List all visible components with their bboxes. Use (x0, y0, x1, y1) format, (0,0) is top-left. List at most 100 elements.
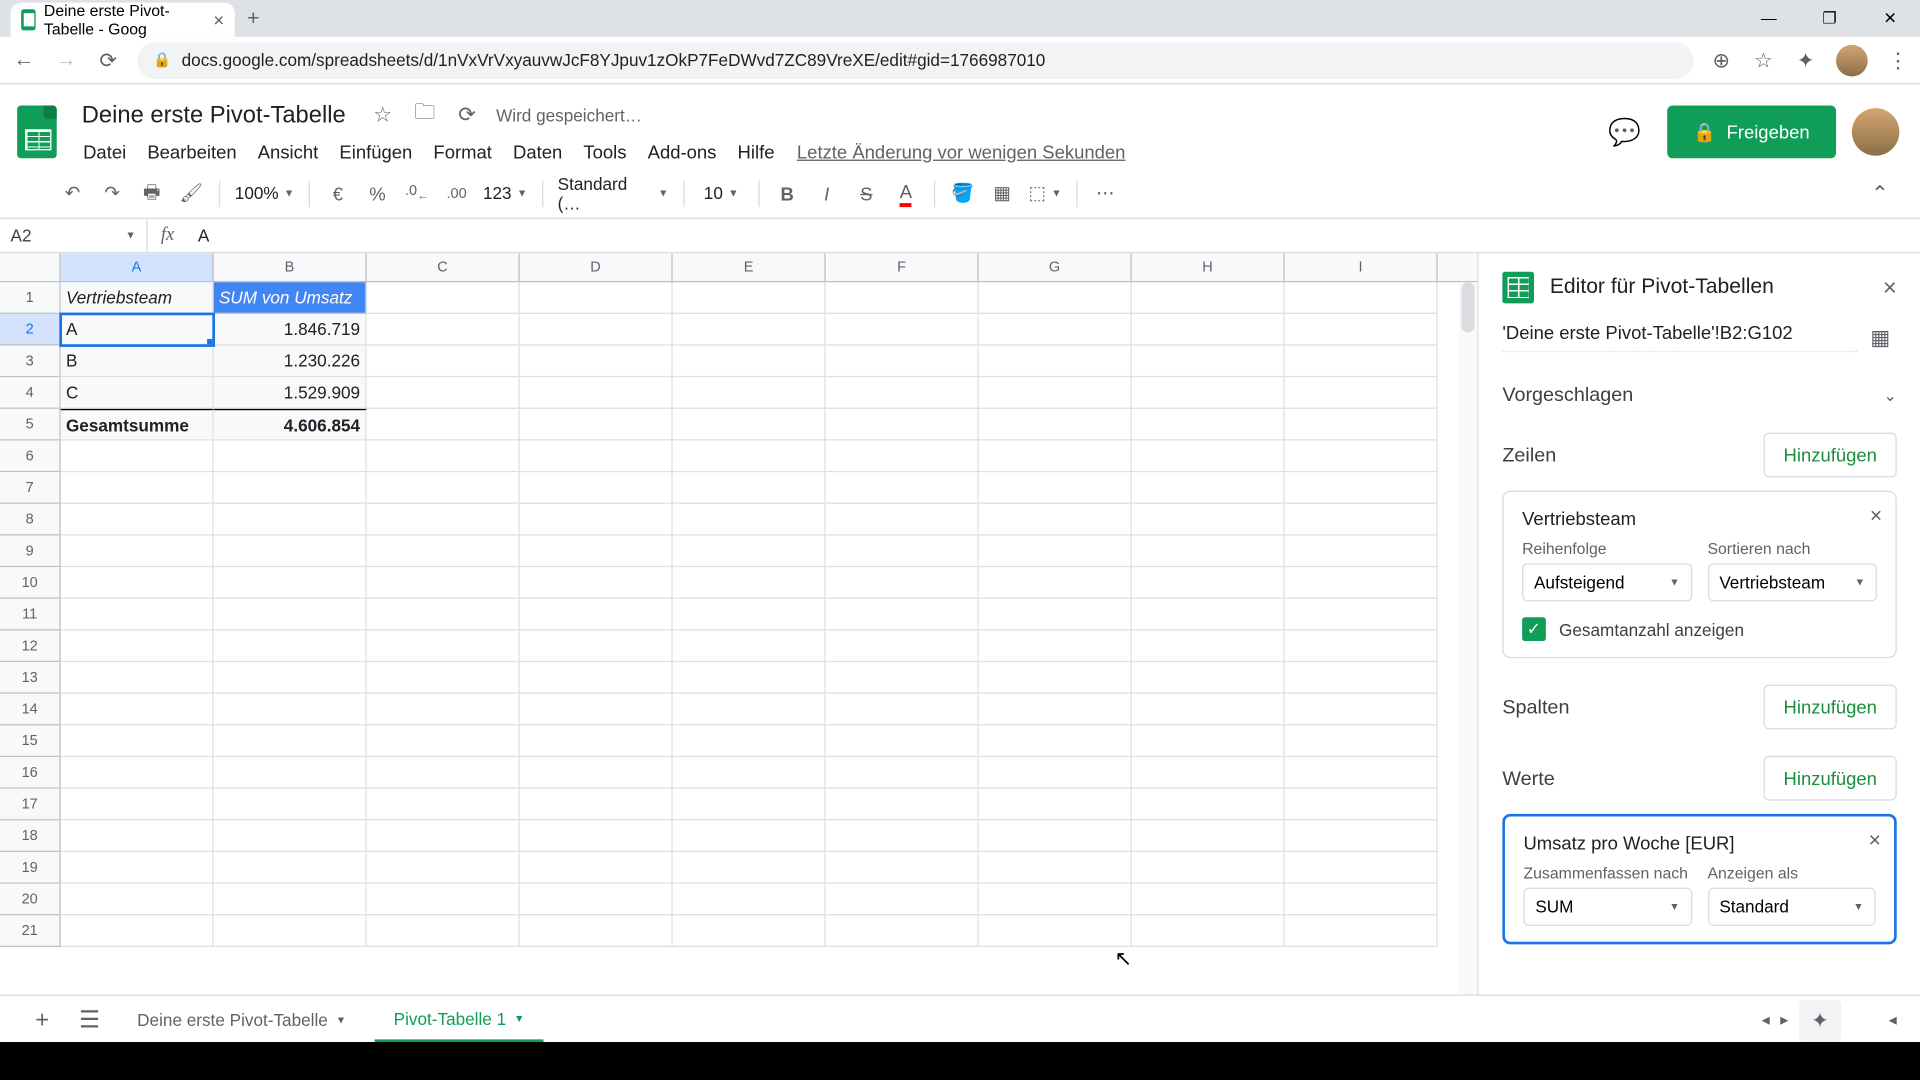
cell[interactable] (214, 820, 367, 852)
cell[interactable] (520, 630, 673, 662)
cell[interactable] (520, 852, 673, 884)
add-values-button[interactable]: Hinzufügen (1764, 756, 1897, 801)
cell[interactable] (979, 472, 1132, 504)
collapse-toolbar-icon[interactable]: ⌃ (1871, 180, 1889, 206)
cell[interactable] (826, 409, 979, 441)
row-header[interactable]: 12 (0, 630, 61, 662)
cell[interactable] (673, 662, 826, 694)
cell[interactable] (979, 409, 1132, 441)
cell[interactable] (367, 536, 520, 568)
row-header[interactable]: 20 (0, 884, 61, 916)
cell[interactable] (214, 884, 367, 916)
select-range-icon[interactable]: ▦ (1870, 324, 1896, 350)
add-rows-button[interactable]: Hinzufügen (1764, 433, 1897, 478)
document-title[interactable]: Deine erste Pivot-Tabelle (74, 98, 354, 131)
cell[interactable]: Gesamtsumme (61, 409, 214, 441)
cell[interactable] (367, 884, 520, 916)
cell[interactable] (1132, 567, 1285, 599)
cell[interactable] (214, 662, 367, 694)
cell[interactable] (673, 630, 826, 662)
cell[interactable] (673, 915, 826, 947)
cell[interactable] (367, 915, 520, 947)
cell[interactable] (520, 884, 673, 916)
cell[interactable] (61, 694, 214, 726)
cell[interactable] (520, 694, 673, 726)
comments-icon[interactable]: 💬 (1598, 106, 1651, 159)
cell[interactable] (979, 630, 1132, 662)
row-header[interactable]: 9 (0, 536, 61, 568)
cell[interactable] (1285, 346, 1438, 378)
star-icon[interactable]: ☆ (369, 102, 395, 128)
account-avatar-icon[interactable] (1852, 108, 1899, 155)
cell[interactable] (673, 852, 826, 884)
cell[interactable] (979, 789, 1132, 821)
last-edit-link[interactable]: Letzte Änderung vor wenigen Sekunden (786, 135, 1136, 167)
cell[interactable]: 1.230.226 (214, 346, 367, 378)
new-tab-button[interactable]: + (235, 3, 272, 37)
explore-icon[interactable]: ✦ (1799, 999, 1841, 1041)
cell[interactable] (979, 662, 1132, 694)
cell[interactable] (367, 599, 520, 631)
menu-ansicht[interactable]: Ansicht (249, 135, 328, 167)
cell[interactable] (1132, 314, 1285, 346)
undo-icon[interactable]: ↶ (55, 176, 89, 210)
cell[interactable] (61, 536, 214, 568)
close-panel-icon[interactable]: × (1883, 274, 1897, 302)
cell[interactable] (1132, 757, 1285, 789)
cell[interactable] (367, 694, 520, 726)
expand-suggested-icon[interactable]: ⌄ (1883, 386, 1896, 404)
cell[interactable] (673, 314, 826, 346)
cell[interactable] (979, 536, 1132, 568)
cell[interactable] (1132, 884, 1285, 916)
show-totals-checkbox[interactable]: ✓ (1522, 617, 1546, 641)
cell[interactable] (61, 852, 214, 884)
row-header[interactable]: 13 (0, 662, 61, 694)
cell[interactable] (1132, 630, 1285, 662)
formula-input[interactable]: A (187, 226, 1920, 246)
cell[interactable]: 4.606.854 (214, 409, 367, 441)
cell[interactable] (826, 314, 979, 346)
cell[interactable] (673, 820, 826, 852)
maximize-window-icon[interactable]: ❐ (1799, 0, 1860, 37)
cell[interactable] (61, 441, 214, 473)
cell[interactable] (673, 377, 826, 409)
strikethrough-button[interactable]: S (849, 176, 883, 210)
cell[interactable] (61, 504, 214, 536)
cell[interactable] (367, 567, 520, 599)
cell[interactable] (1285, 757, 1438, 789)
cell[interactable] (1285, 630, 1438, 662)
cell[interactable]: 1.529.909 (214, 377, 367, 409)
sheet-tab-2[interactable]: Pivot-Tabelle 1▼ (375, 998, 543, 1042)
cell[interactable] (826, 884, 979, 916)
col-header-g[interactable]: G (979, 253, 1132, 281)
cell[interactable] (1285, 884, 1438, 916)
cell[interactable] (826, 377, 979, 409)
cell[interactable] (367, 725, 520, 757)
col-header-a[interactable]: A (61, 253, 214, 281)
sheet-tab-1[interactable]: Deine erste Pivot-Tabelle▼ (119, 1000, 365, 1041)
cell[interactable] (826, 630, 979, 662)
cell[interactable] (979, 346, 1132, 378)
cell[interactable] (979, 915, 1132, 947)
cell[interactable] (826, 915, 979, 947)
cell[interactable] (826, 852, 979, 884)
cell[interactable] (520, 789, 673, 821)
remove-value-field-icon[interactable]: × (1869, 830, 1881, 854)
cell[interactable] (1132, 789, 1285, 821)
row-header[interactable]: 4 (0, 377, 61, 409)
pivot-range-input[interactable]: 'Deine erste Pivot-Tabelle'!B2:G102 (1502, 322, 1857, 352)
cell[interactable] (826, 789, 979, 821)
row-header[interactable]: 21 (0, 915, 61, 947)
cell[interactable] (61, 820, 214, 852)
cell[interactable] (673, 536, 826, 568)
col-header-f[interactable]: F (826, 253, 979, 281)
extensions-icon[interactable]: ✦ (1794, 48, 1818, 72)
showas-select[interactable]: Standard▼ (1707, 888, 1875, 926)
cell[interactable] (673, 694, 826, 726)
name-box[interactable]: A2 ▼ (0, 219, 148, 252)
menu-datei[interactable]: Datei (74, 135, 136, 167)
cell[interactable] (367, 282, 520, 314)
cell[interactable] (367, 757, 520, 789)
cell[interactable] (1285, 820, 1438, 852)
cell[interactable] (673, 725, 826, 757)
